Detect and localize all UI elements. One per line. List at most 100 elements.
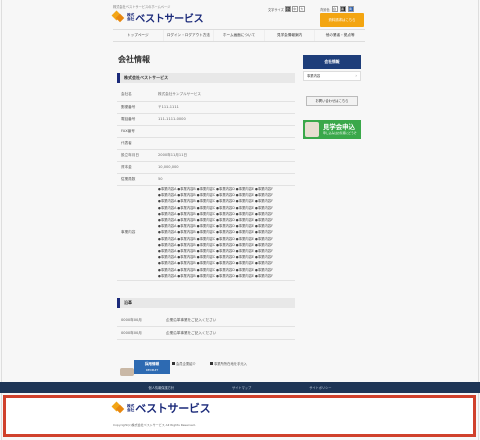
request-materials-button[interactable]: 資料請求はこちら [320, 13, 364, 27]
company-section-heading: 株式会社ベストサービス [117, 73, 295, 83]
row-value [154, 125, 295, 138]
row-label: 郵便番号 [117, 101, 154, 114]
table-row: 郵便番号 〒111-1111 [117, 101, 295, 114]
business-label: 事業内容 [117, 185, 154, 281]
frame-border-right [478, 0, 479, 440]
row-label: 代表者 [117, 137, 154, 150]
font-size-small-button[interactable]: 小 [284, 6, 291, 12]
table-row: 会社名 株式会社サンプルサービス [117, 89, 295, 102]
table-row: 設立年月日 2000年11月11日 [117, 149, 295, 162]
page: 株式会社ベストサービスのホームページ 株式 会社 ベストサービス 文字サイズ 小… [0, 0, 480, 440]
business-line: ●事業内容A ●事業内容B ●事業内容C ●事業内容D ●事業内容E ●事業内容… [158, 205, 273, 210]
bg-color-label: 背景色 [320, 7, 330, 12]
row-label: FAX番号 [117, 125, 154, 138]
bg-blue-button[interactable]: 青 [347, 6, 354, 12]
nav-item-home-screen[interactable]: ホーム画面について [214, 30, 265, 41]
font-size-large-button[interactable]: 大 [298, 6, 305, 12]
business-line: ●事業内容A ●事業内容B ●事業内容C ●事業内容D ●事業内容E ●事業内容… [158, 267, 273, 272]
table-row: 電話番号 111-1111-0000 [117, 113, 295, 126]
row-value: 企業沿革事業をご記入ください [162, 314, 295, 327]
tour-application-banner[interactable]: 見学会申込 申し込みはお気軽にどうぞ [303, 120, 361, 139]
nav-item-login[interactable]: ログイン・ログアウト方法 [164, 30, 215, 41]
copyright: Copyright(c)株式会社ベストサービス All Rights Reser… [113, 423, 196, 427]
table-row: 資本金 10,000,000 [117, 161, 295, 174]
table-row: 0000年00月 企業沿革事業をご記入ください [117, 326, 295, 340]
footer-logo[interactable]: 株式 会社 ベストサービス [111, 401, 211, 415]
business-lines: ●事業内容A ●事業内容B ●事業内容C ●事業内容D ●事業内容E ●事業内容… [158, 186, 291, 279]
site-tagline: 株式会社ベストサービスのホームページ [113, 5, 171, 9]
tour-banner-title: 見学会申込 [323, 123, 355, 131]
business-row: 事業内容 ●事業内容A ●事業内容B ●事業内容C ●事業内容D ●事業内容E … [117, 185, 295, 281]
logo-kabushiki: 株式 会社 [127, 404, 134, 412]
bg-black-button[interactable]: 黒 [339, 6, 346, 12]
recruit-banner-sub: RECRUIT [145, 368, 159, 372]
contact-button[interactable]: お問い合わせはこちら [306, 96, 358, 106]
table-row: 代表者 [117, 137, 295, 150]
font-size-switcher: 文字サイズ 小 中 大 [268, 6, 305, 12]
bullet-icon [210, 362, 213, 365]
row-label: 会社名 [117, 89, 154, 102]
footer-logo-name: ベストサービス [135, 402, 211, 415]
row-value: 10,000,000 [154, 161, 295, 174]
row-label: 資本金 [117, 161, 154, 174]
footer-link-policy[interactable]: サイトポリシー [309, 385, 331, 390]
sidebar-item-business[interactable]: 事業内容 › [303, 71, 361, 81]
page-title: 会社情報 [118, 55, 150, 64]
nav-item-other[interactable]: 他の業者・拠点等 [315, 30, 365, 41]
logo-kk-bottom: 会社 [127, 17, 135, 21]
footer-highlight-box [3, 395, 476, 437]
nav-item-tour-info[interactable]: 見学会情報案内 [265, 30, 316, 41]
note-office-text: 事業所所在地を手元入 [214, 362, 247, 366]
font-size-medium-button[interactable]: 中 [291, 6, 298, 12]
row-value: 株式会社サンプルサービス [154, 89, 295, 102]
chevron-right-icon: › [355, 73, 357, 78]
row-label: 従業員数 [117, 173, 154, 186]
bullet-icon [172, 362, 175, 365]
logo-mark-icon [111, 10, 125, 23]
business-line: ●事業内容A ●事業内容B ●事業内容C ●事業内容D ●事業内容E ●事業内容… [158, 236, 273, 241]
sidebar-item-label: 事業内容 [307, 74, 321, 78]
tour-banner-sub: 申し込みはお気軽にどうぞ [323, 131, 357, 135]
row-value [154, 137, 295, 150]
table-row: FAX番号 [117, 125, 295, 138]
business-line: ●事業内容A ●事業内容B ●事業内容C ●事業内容D ●事業内容E ●事業内容… [158, 261, 273, 266]
table-row: 0000年00月 企業沿革事業をご記入ください [117, 314, 295, 327]
bg-color-switcher: 背景色 白 黒 青 [320, 6, 354, 12]
footer-link-sitemap[interactable]: サイトマップ [232, 385, 251, 390]
business-line: ●事業内容A ●事業内容B ●事業内容C ●事業内容D ●事業内容E ●事業内容… [158, 199, 273, 204]
company-info-table: 会社名 株式会社サンプルサービス 郵便番号 〒111-1111 電話番号 111-11… [117, 89, 295, 281]
history-section-heading: 沿革 [117, 298, 295, 308]
bg-white-button[interactable]: 白 [331, 6, 338, 12]
site-logo[interactable]: 株式 会社 ベストサービス [111, 10, 204, 25]
history-table: 0000年00月 企業沿革事業をご記入ください 0000年00月 企業沿革事業をご記… [117, 314, 295, 340]
global-nav: トップページ ログイン・ログアウト方法 ホーム画面について 見学会情報案内 他の… [113, 29, 365, 42]
logo-mark-icon [111, 401, 125, 414]
row-label: 電話番号 [117, 113, 154, 126]
row-value: 50 [154, 173, 295, 186]
note-office[interactable]: 事業所所在地を手元入 [210, 361, 247, 366]
footer-link-privacy[interactable]: 個人情報保護方針 [149, 385, 175, 390]
font-size-label: 文字サイズ [268, 7, 284, 12]
logo-name: ベストサービス [135, 13, 204, 25]
recruit-banner[interactable]: 採用情報 RECRUIT [134, 360, 170, 374]
staff-photo [305, 122, 319, 137]
logo-kabushiki: 株式 会社 [127, 13, 134, 21]
footer-nav: 個人情報保護方針 サイトマップ サイトポリシー [0, 382, 480, 393]
note-member[interactable]: 会員企業紹介 [172, 361, 196, 366]
recruit-banner-title: 採用情報 [144, 362, 160, 366]
nav-item-top[interactable]: トップページ [113, 30, 164, 41]
row-label: 設立年月日 [117, 149, 154, 162]
business-line: ●事業内容A ●事業内容B ●事業内容C ●事業内容D ●事業内容E ●事業内容… [158, 230, 273, 235]
business-line: ●事業内容A ●事業内容B ●事業内容C ●事業内容D ●事業内容E ●事業内容… [158, 273, 273, 278]
row-value: 〒111-1111 [154, 101, 295, 114]
sidebar-heading: 会社情報 [303, 55, 361, 69]
logo-kk-bottom: 会社 [127, 408, 135, 412]
note-member-text: 会員企業紹介 [176, 362, 196, 366]
row-value: 企業沿革事業をご記入ください [162, 326, 295, 340]
row-value: 2000年11月11日 [154, 149, 295, 162]
row-label: 0000年00月 [117, 314, 162, 327]
table-row: 従業員数 50 [117, 173, 295, 186]
business-value: ●事業内容A ●事業内容B ●事業内容C ●事業内容D ●事業内容E ●事業内容… [154, 185, 295, 281]
row-label: 0000年00月 [117, 326, 162, 340]
frame-border-left [1, 0, 2, 440]
